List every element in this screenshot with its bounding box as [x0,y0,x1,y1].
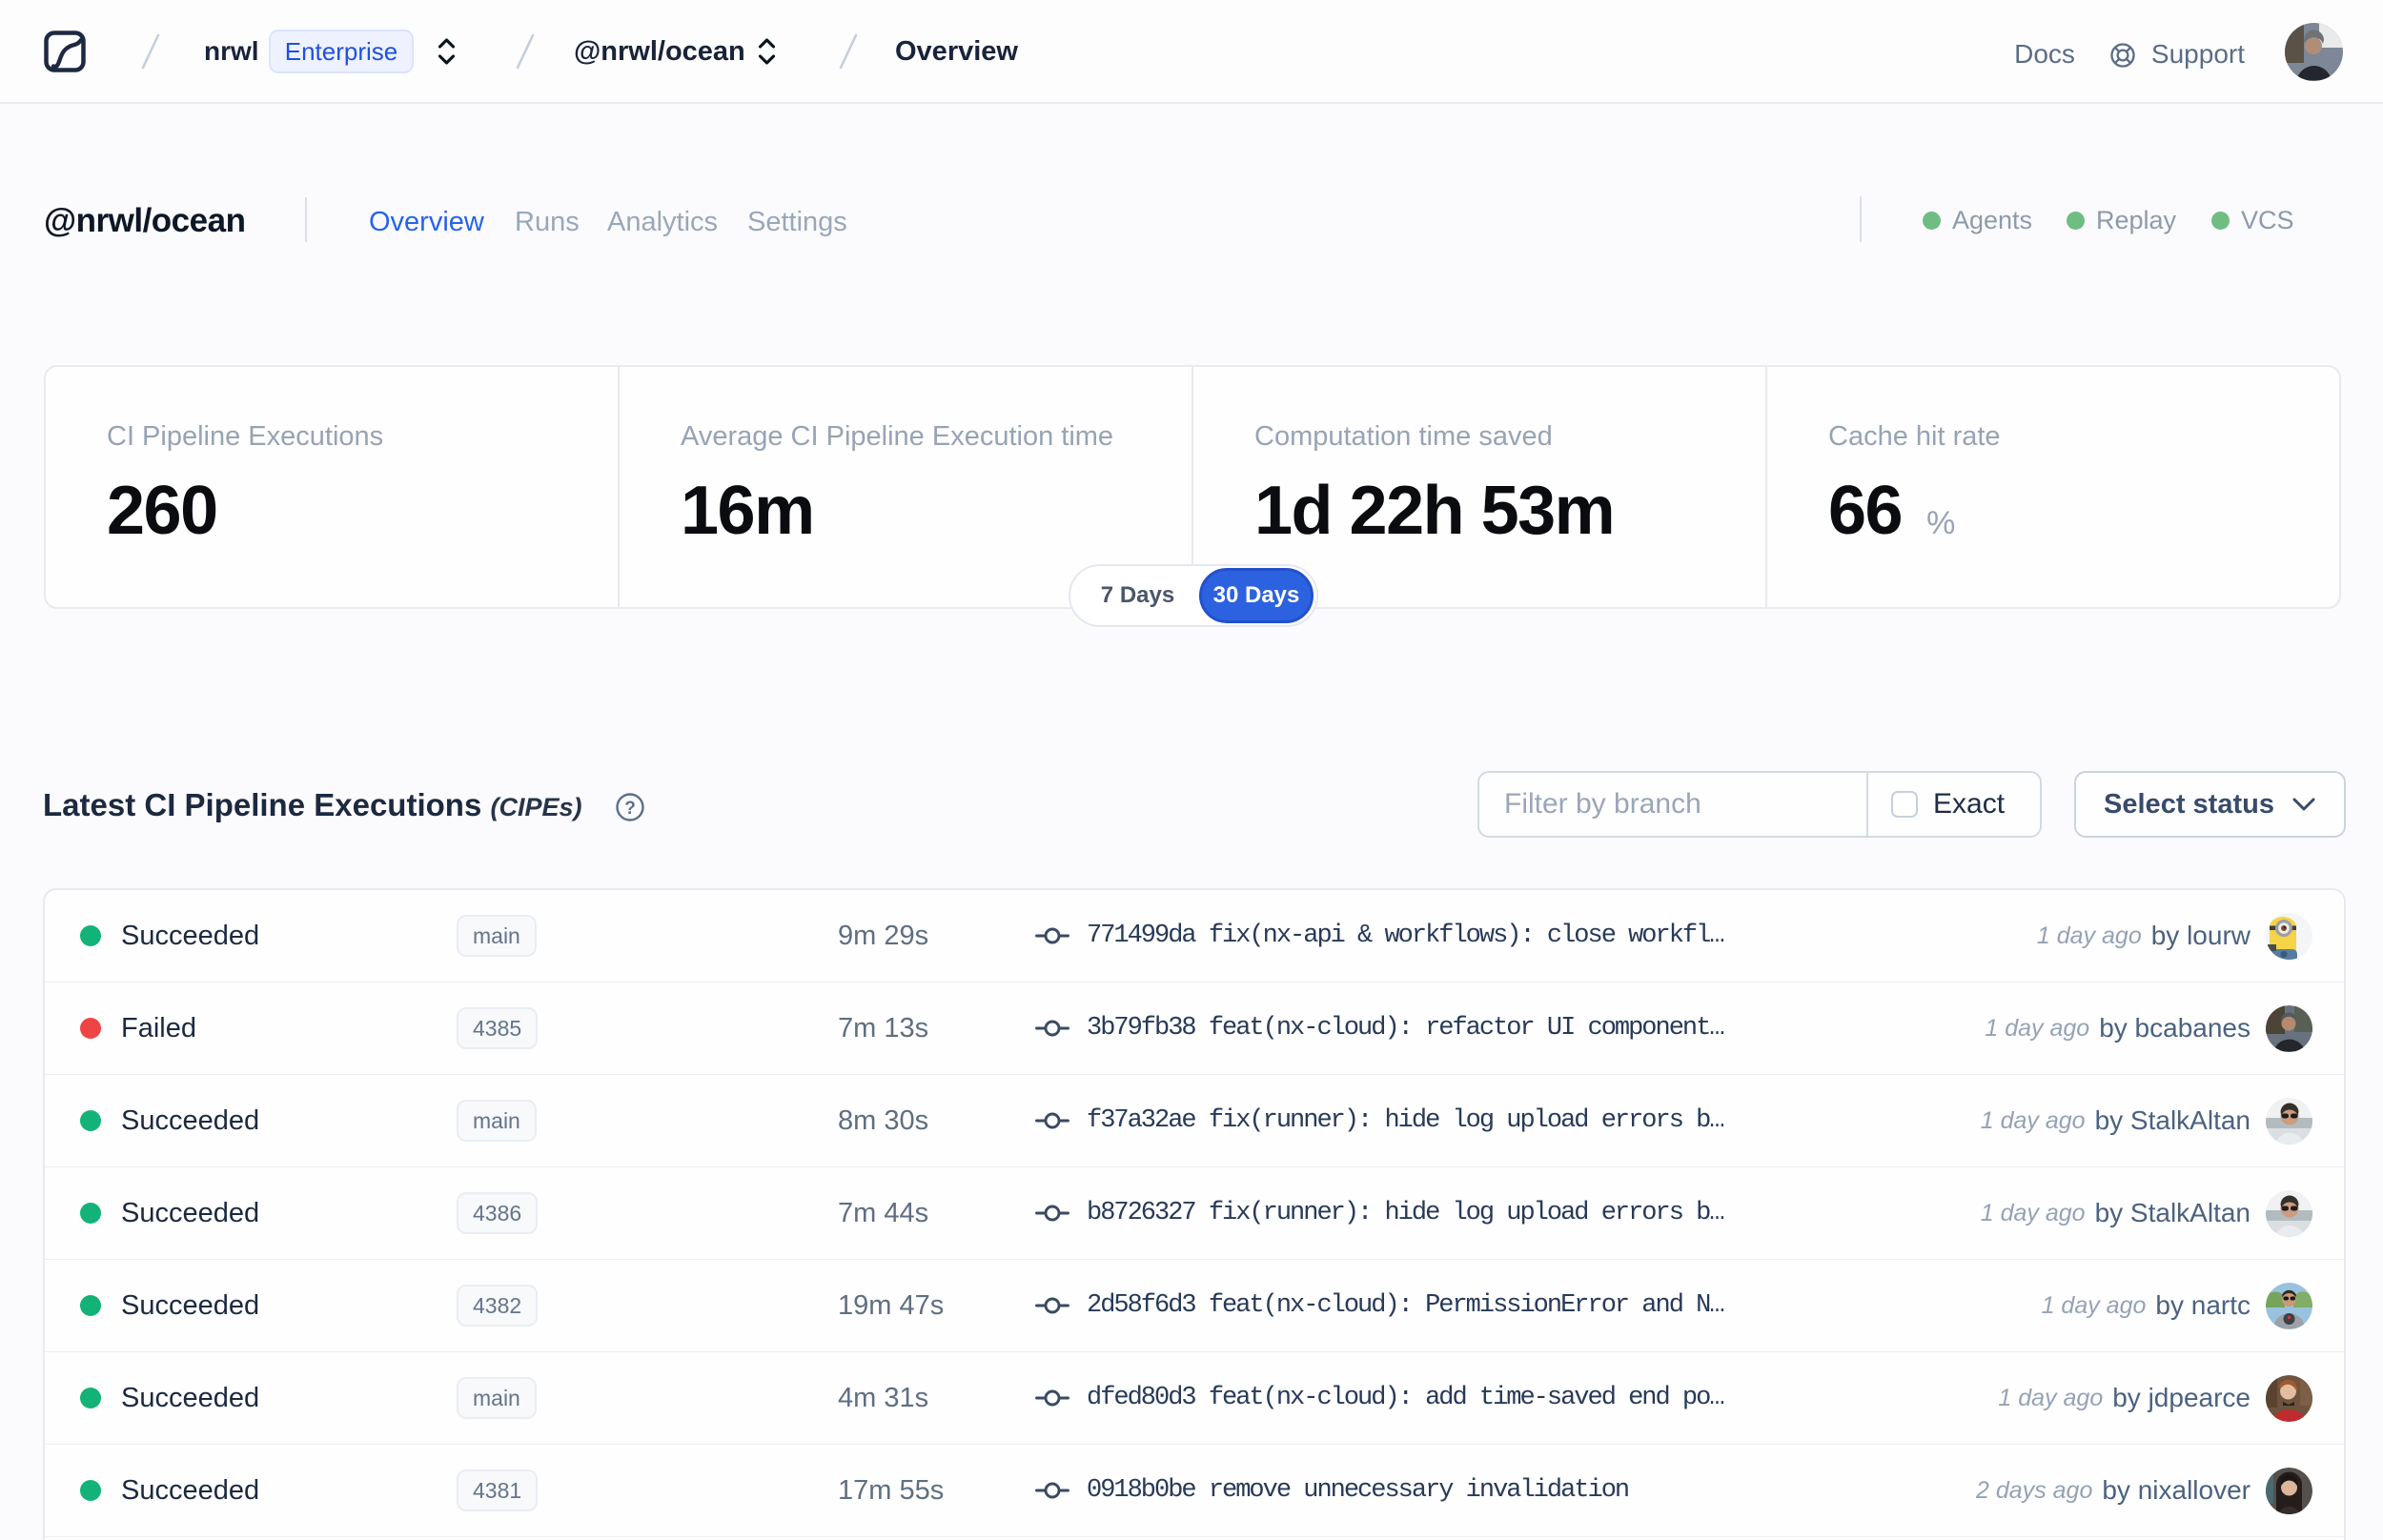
svg-text:?: ? [624,799,636,819]
